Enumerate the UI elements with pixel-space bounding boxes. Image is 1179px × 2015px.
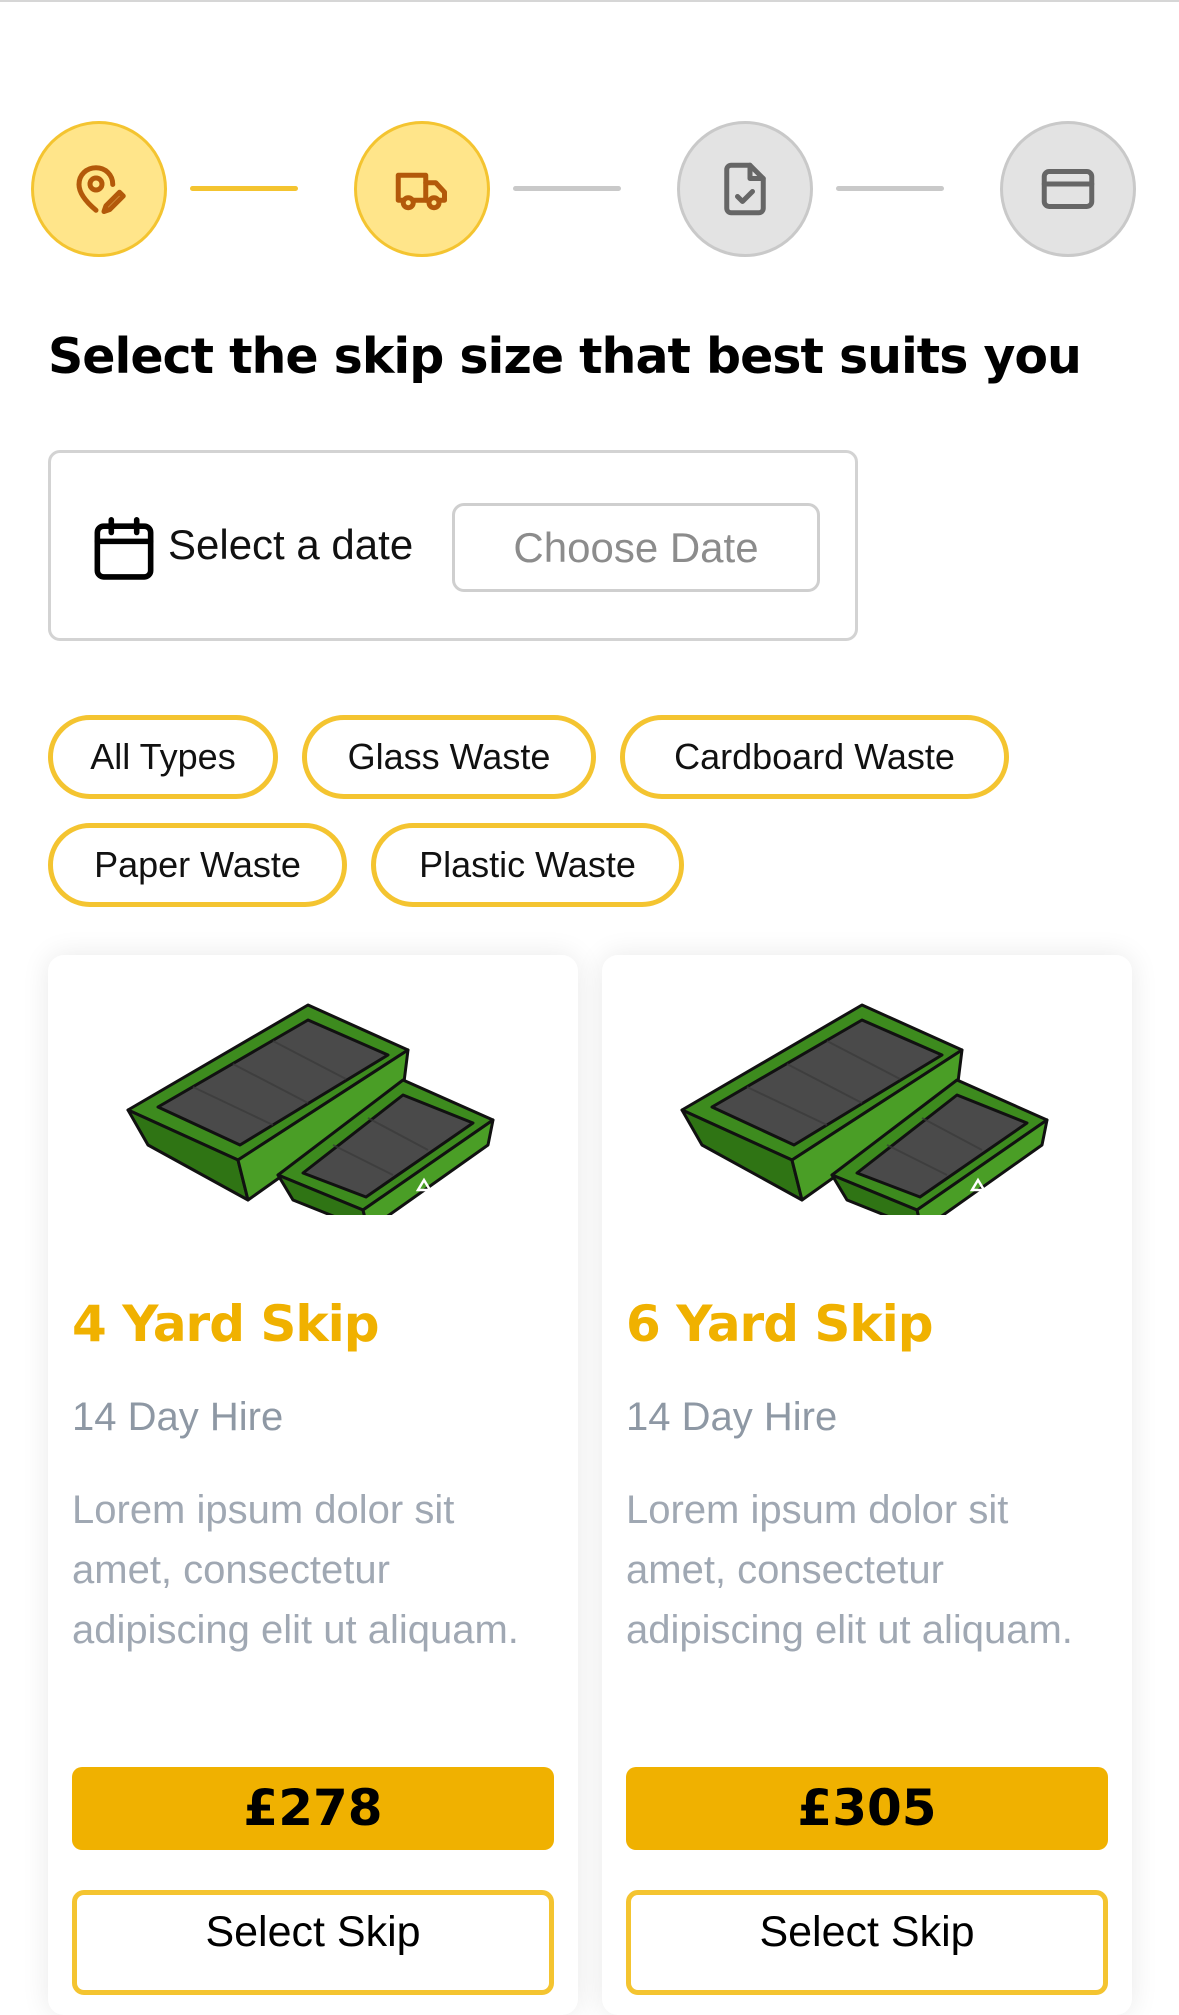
step-permit[interactable] — [677, 121, 813, 257]
credit-card-icon — [1041, 169, 1095, 209]
date-selector: Select a date — [48, 450, 858, 641]
price-badge: £278 — [72, 1767, 554, 1850]
calendar-icon — [94, 517, 154, 580]
hire-period: 14 Day Hire — [72, 1395, 284, 1439]
page-title: Select the skip size that best suits you — [48, 328, 1082, 385]
file-check-icon — [724, 162, 766, 216]
skip-title: 6 Yard Skip — [626, 1295, 934, 1353]
truck-icon — [395, 172, 447, 211]
hire-period: 14 Day Hire — [626, 1395, 838, 1439]
filter-chip-paper-waste[interactable]: Paper Waste — [48, 823, 347, 907]
skip-description: Lorem ipsum dolor sit amet, consectetur … — [626, 1488, 1073, 1652]
date-input[interactable] — [452, 503, 820, 592]
step-delivery[interactable] — [354, 121, 490, 257]
skip-image — [680, 1003, 1049, 1215]
progress-stepper — [0, 0, 1179, 280]
filter-chip-plastic-waste[interactable]: Plastic Waste — [371, 823, 684, 907]
step-connector-3 — [836, 186, 944, 191]
step-connector-2 — [513, 186, 621, 191]
skip-description: Lorem ipsum dolor sit amet, consectetur … — [72, 1488, 519, 1652]
date-label: Select a date — [168, 521, 414, 568]
filter-chip-glass-waste[interactable]: Glass Waste — [302, 715, 596, 799]
filter-chip-all-types[interactable]: All Types — [48, 715, 278, 799]
step-payment[interactable] — [1000, 121, 1136, 257]
filter-chip-cardboard-waste[interactable]: Cardboard Waste — [620, 715, 1009, 799]
skip-card: 6 Yard Skip 14 Day Hire Lorem ipsum dolo… — [602, 955, 1132, 2015]
skip-image — [126, 1003, 495, 1215]
map-pin-edit-icon — [76, 165, 126, 214]
skip-title: 4 Yard Skip — [72, 1295, 380, 1353]
skip-card: 4 Yard Skip 14 Day Hire Lorem ipsum dolo… — [48, 955, 578, 2015]
price-badge: £305 — [626, 1767, 1108, 1850]
step-connector-1 — [190, 186, 298, 191]
step-location[interactable] — [31, 121, 167, 257]
select-skip-button[interactable]: Select Skip — [72, 1890, 554, 1995]
select-skip-button[interactable]: Select Skip — [626, 1890, 1108, 1995]
